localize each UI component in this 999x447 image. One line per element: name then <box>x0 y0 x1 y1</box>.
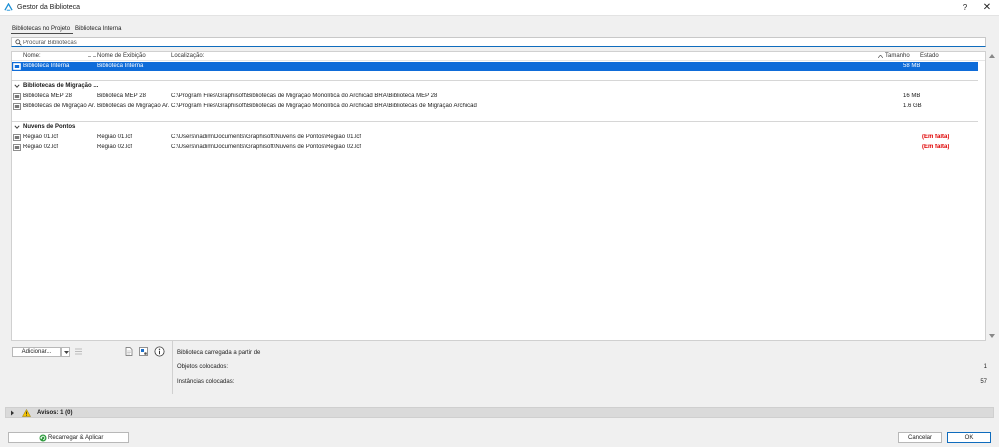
group-header-nuvens-de-pontos[interactable]: Nuvens de Pontos <box>12 121 978 131</box>
chevron-down-icon <box>14 84 20 88</box>
row-name: Região 02.lcf <box>23 144 59 150</box>
row-location: C:\Program Files\Graphisoft\Bibliotecas … <box>171 103 477 109</box>
row-name: Região 01.lcf <box>23 134 59 140</box>
group-title: Bibliotecas de Migração ... <box>23 83 99 89</box>
library-info-panel: Biblioteca carregada a partir de Objetos… <box>172 341 989 394</box>
scroll-down-icon[interactable] <box>989 334 995 339</box>
loaded-from-label: Biblioteca carregada a partir de <box>177 350 261 356</box>
placed-instances-value: 57 <box>980 379 987 385</box>
warning-icon <box>22 409 31 417</box>
vertical-scrollbar[interactable] <box>987 51 997 341</box>
library-icon <box>13 103 21 110</box>
table-header: Nome: Nome de Exibição Localização: Tama… <box>12 52 985 61</box>
point-cloud-icon <box>13 134 21 141</box>
cancel-button[interactable]: Cancelar <box>898 432 942 443</box>
column-header-name[interactable]: Nome: <box>23 53 41 59</box>
row-display-name: Região 02.lcf <box>97 144 133 150</box>
ok-button[interactable]: OK <box>947 432 991 443</box>
chevron-right-icon <box>11 410 14 416</box>
placed-instances-label: Instâncias colocadas: <box>177 379 235 385</box>
row-status-missing: (Em falta) <box>922 134 950 140</box>
row-name: Biblioteca MEP 28 <box>23 93 72 99</box>
row-location: C:\Users\nadim\Documents\Graphisoft\Nuve… <box>171 134 362 140</box>
row-status-missing: (Em falta) <box>922 144 950 150</box>
row-display-name: Biblioteca Interna <box>97 63 144 69</box>
table-row[interactable]: Biblioteca MEP 28 Biblioteca MEP 28 C:\P… <box>12 92 978 101</box>
info-icon[interactable] <box>154 346 165 357</box>
row-size: 1.6 GB <box>903 103 922 109</box>
add-dropdown-button[interactable] <box>61 347 70 357</box>
tab-biblioteca-interna[interactable]: Biblioteca Interna <box>74 25 124 34</box>
search-icon <box>15 39 22 46</box>
table-row-biblioteca-interna[interactable]: Biblioteca Interna Biblioteca Interna 58… <box>12 62 978 71</box>
row-display-name: Bibliotecas de Migração Ar... <box>97 103 169 109</box>
row-location: C:\Program Files\Graphisoft\Bibliotecas … <box>171 93 438 99</box>
row-size: 16 MB <box>903 93 921 99</box>
point-cloud-icon <box>13 144 21 151</box>
column-header-location[interactable]: Localização: <box>171 53 204 59</box>
reload-apply-button[interactable]: Recarregar & Aplicar <box>8 432 129 443</box>
scroll-up-icon[interactable] <box>989 53 995 58</box>
search-box <box>11 37 986 47</box>
chevron-down-icon <box>14 125 20 129</box>
column-header-size[interactable]: Tamanho <box>885 53 910 59</box>
reload-icon <box>39 434 47 442</box>
table-row[interactable]: Região 01.lcf Região 01.lcf C:\Users\nad… <box>12 133 978 142</box>
placed-objects-value: 1 <box>983 364 987 370</box>
group-header-migracao[interactable]: Bibliotecas de Migração ... <box>12 80 978 90</box>
placed-objects-label: Objetos colocados: <box>177 364 229 370</box>
library-table: Nome: Nome de Exibição Localização: Tama… <box>11 51 986 341</box>
library-toolbar: Adicionar... <box>11 341 170 394</box>
warnings-bar[interactable]: Avisos: 1 (0) <box>5 407 994 418</box>
library-icon <box>13 93 21 100</box>
library-icon <box>13 63 21 70</box>
column-header-display-name[interactable]: Nome de Exibição <box>97 53 146 59</box>
list-options-icon[interactable] <box>73 346 84 357</box>
window-title: Gestor da Biblioteca <box>17 4 81 11</box>
row-name: Bibliotecas de Migração Ar... <box>23 103 95 109</box>
column-resize-icon <box>88 56 96 57</box>
warnings-label: Avisos: 1 (0) <box>37 410 73 416</box>
close-button[interactable]: ✕ <box>980 2 994 14</box>
row-display-name: Região 01.lcf <box>97 134 133 140</box>
document-icon[interactable] <box>123 346 134 357</box>
archicad-app-icon <box>4 3 13 11</box>
search-input[interactable] <box>23 38 973 47</box>
table-row[interactable]: Região 02.lcf Região 02.lcf C:\Users\nad… <box>12 143 978 152</box>
add-button[interactable]: Adicionar... <box>12 347 61 357</box>
tab-bibliotecas-no-projeto[interactable]: Bibliotecas no Projeto <box>11 25 74 34</box>
table-row[interactable]: Bibliotecas de Migração Ar... Biblioteca… <box>12 102 978 111</box>
help-button[interactable]: ? <box>958 2 972 14</box>
row-display-name: Biblioteca MEP 28 <box>97 93 146 99</box>
row-name: Biblioteca Interna <box>23 63 70 69</box>
sort-ascending-icon <box>878 55 883 58</box>
tab-bar: Bibliotecas no Projeto Biblioteca Intern… <box>11 25 125 35</box>
group-title: Nuvens de Pontos <box>23 124 76 130</box>
reload-apply-label: Recarregar & Aplicar <box>48 435 104 441</box>
row-location: C:\Users\nadim\Documents\Graphisoft\Nuve… <box>171 144 362 150</box>
chevron-down-icon <box>64 351 69 354</box>
row-size: 58 MB <box>903 63 921 69</box>
library-settings-icon[interactable] <box>138 346 149 357</box>
column-header-status[interactable]: Estado <box>920 53 939 59</box>
title-bar: Gestor da Biblioteca ? ✕ <box>0 0 999 16</box>
